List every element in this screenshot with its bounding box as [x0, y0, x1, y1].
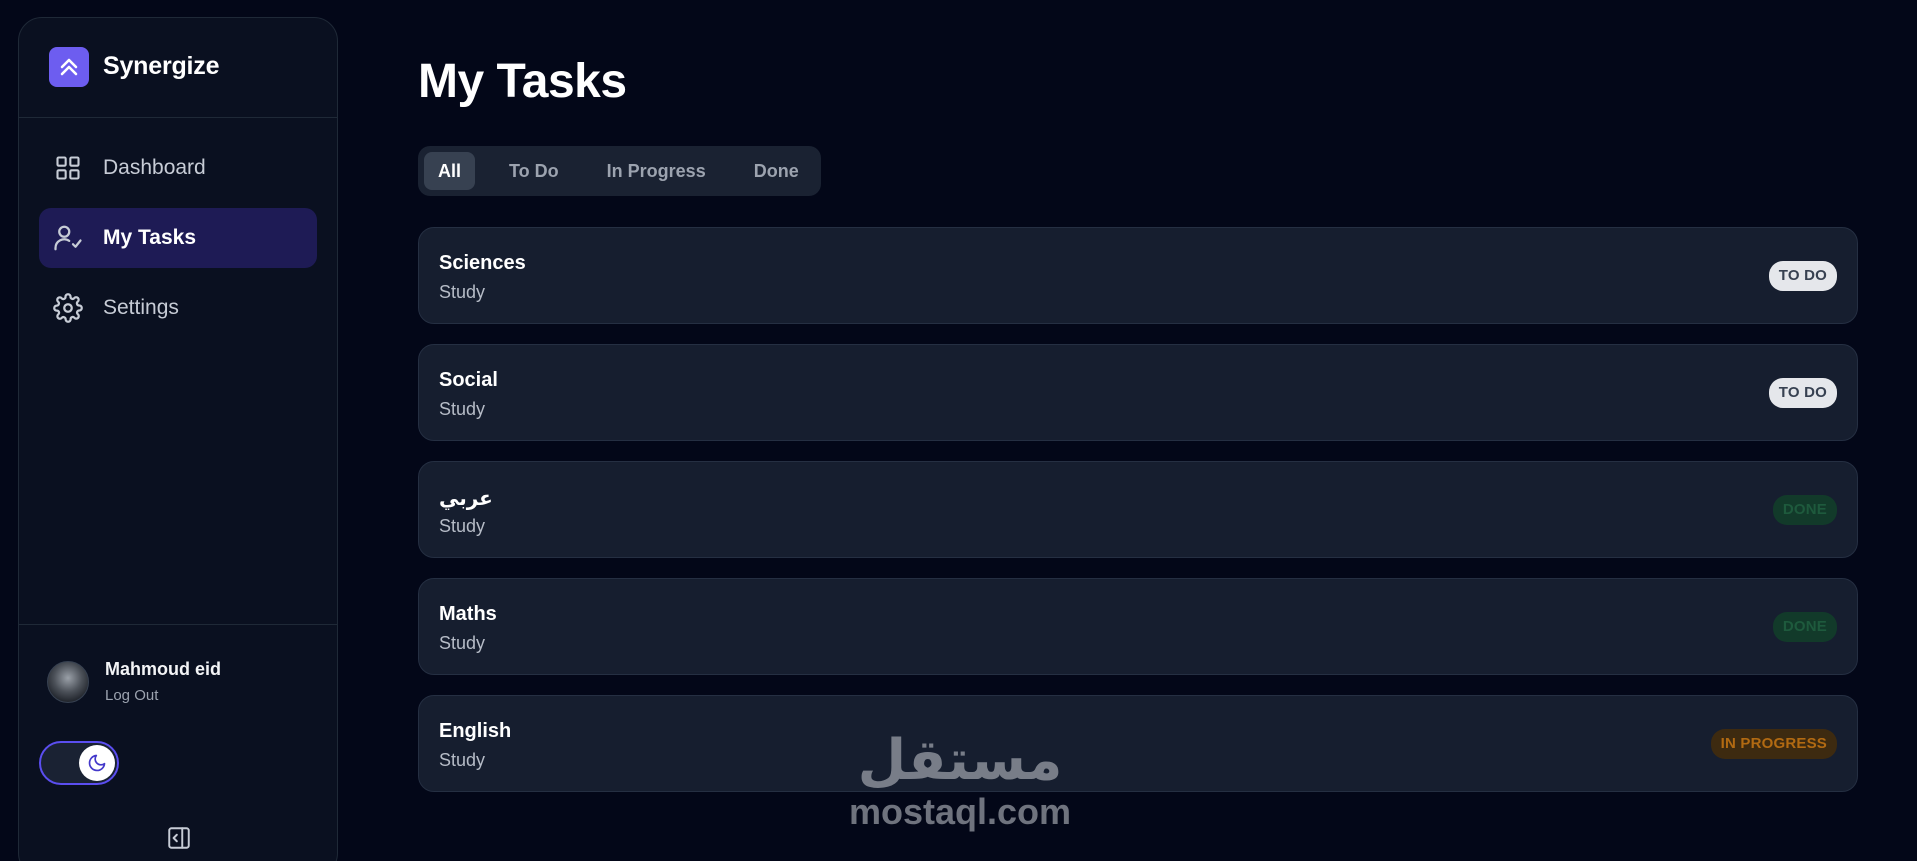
user-area: Mahmoud eid Log Out — [19, 624, 337, 849]
sidebar-item-my-tasks[interactable]: My Tasks — [39, 208, 317, 268]
task-card[interactable]: Sciences Study TO DO — [418, 227, 1858, 324]
sidebar-nav: Dashboard My Tasks Settings — [19, 118, 337, 368]
task-subtitle: Study — [439, 633, 486, 653]
task-subtitle: Study — [439, 750, 486, 770]
grid-icon — [53, 153, 83, 183]
task-subtitle: Study — [439, 399, 486, 419]
tab-to-do[interactable]: To Do — [495, 152, 573, 190]
task-title: Maths — [439, 603, 497, 625]
task-subtitle: Study — [439, 282, 486, 302]
avatar[interactable] — [47, 660, 89, 703]
sidebar-item-settings[interactable]: Settings — [39, 278, 317, 338]
sidebar-item-dashboard[interactable]: Dashboard — [39, 138, 317, 198]
moon-icon — [79, 745, 115, 781]
brand: Synergize — [19, 18, 337, 118]
tab-done[interactable]: Done — [740, 152, 813, 190]
app-root: Synergize Dashboard My Tasks Settings Ma… — [0, 0, 1917, 861]
logout-link[interactable]: Log Out — [105, 687, 221, 704]
page-title: My Tasks — [418, 55, 627, 108]
task-title: عربي — [439, 488, 493, 510]
task-card[interactable]: Social Study TO DO — [418, 344, 1858, 441]
watermark: مستقل mostaql.com — [845, 730, 1075, 832]
task-card[interactable]: عربي Study DONE — [418, 461, 1858, 558]
task-title: Sciences — [439, 252, 526, 274]
status-badge: TO DO — [1768, 377, 1837, 408]
user-name: Mahmoud eid — [105, 659, 221, 679]
user-check-icon — [53, 223, 83, 253]
status-badge: IN PROGRESS — [1710, 728, 1837, 759]
gear-icon — [53, 293, 83, 323]
sidebar-collapse-icon[interactable] — [164, 823, 194, 853]
status-badge: DONE — [1772, 611, 1837, 642]
filter-tabs: All To Do In Progress Done — [418, 146, 821, 196]
sidebar-item-label: My Tasks — [103, 226, 196, 249]
tab-all[interactable]: All — [424, 152, 476, 190]
theme-toggle[interactable] — [39, 741, 119, 785]
status-badge: TO DO — [1768, 260, 1837, 291]
tab-in-progress[interactable]: In Progress — [593, 152, 720, 190]
sidebar: Synergize Dashboard My Tasks Settings Ma… — [18, 17, 338, 861]
chevrons-up-icon — [49, 46, 89, 87]
task-card[interactable]: English Study IN PROGRESS — [418, 695, 1858, 792]
user-profile: Mahmoud eid Log Out — [19, 625, 337, 704]
watermark-latin: mostaql.com — [848, 791, 1072, 832]
task-subtitle: Study — [439, 516, 486, 536]
task-title: English — [439, 720, 512, 742]
watermark-arabic: مستقل — [857, 728, 1063, 793]
task-title: Social — [439, 369, 498, 391]
brand-name: Synergize — [103, 52, 220, 80]
status-badge: DONE — [1772, 494, 1837, 525]
sidebar-item-label: Settings — [103, 296, 179, 319]
sidebar-item-label: Dashboard — [103, 156, 206, 179]
task-list: Sciences Study TO DO Social Study TO DO … — [418, 227, 1858, 812]
task-card[interactable]: Maths Study DONE — [418, 578, 1858, 675]
